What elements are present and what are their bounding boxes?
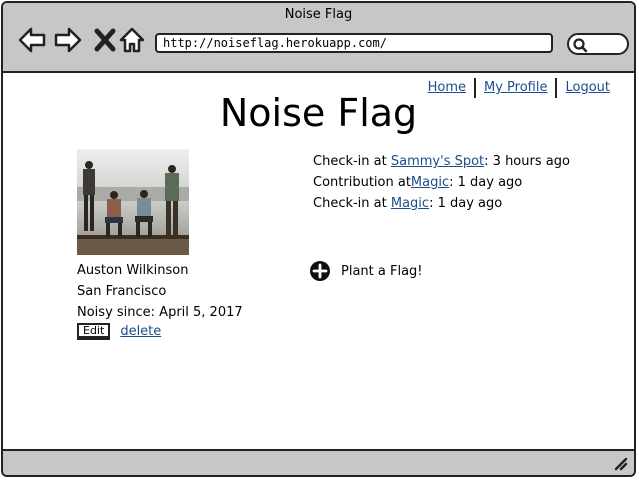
activity-time: : 3 hours ago <box>484 154 570 169</box>
plant-flag-button[interactable]: Plant a Flag! <box>309 260 423 282</box>
browser-toolbar: Noise Flag http://noiseflag.herokuapp.co… <box>3 3 634 73</box>
back-arrow-icon[interactable] <box>17 25 47 55</box>
status-bar <box>3 449 634 475</box>
resize-grip-icon[interactable] <box>614 457 628 471</box>
forward-arrow-icon[interactable] <box>53 25 83 55</box>
activity-item: Check-in at Sammy's Spot: 3 hours ago <box>313 154 570 169</box>
activity-place-link[interactable]: Magic <box>411 175 449 190</box>
plant-flag-label: Plant a Flag! <box>341 263 423 279</box>
delete-link[interactable]: delete <box>120 324 161 339</box>
window-title: Noise Flag <box>284 7 353 22</box>
search-field[interactable] <box>567 33 629 55</box>
activity-item: Check-in at Magic: 1 day ago <box>313 196 502 211</box>
plus-circle-icon <box>310 261 330 281</box>
profile-member-since: Noisy since: April 5, 2017 <box>77 305 243 320</box>
activity-place-link[interactable]: Magic <box>391 196 429 211</box>
search-icon <box>573 38 588 53</box>
page-title: Noise Flag <box>219 91 418 135</box>
browser-window: Noise Flag http://noiseflag.herokuapp.co… <box>1 1 636 477</box>
profile-actions: Edit delete <box>77 323 161 340</box>
profile-name: Auston Wilkinson <box>77 263 189 278</box>
activity-item: Contribution atMagic: 1 day ago <box>313 175 522 190</box>
activity-prefix: Contribution at <box>313 175 411 190</box>
edit-button[interactable]: Edit <box>77 323 111 340</box>
profile-location: San Francisco <box>77 284 167 299</box>
activity-time: : 1 day ago <box>449 175 523 190</box>
profile-photo <box>77 149 189 255</box>
activity-prefix: Check-in at <box>313 154 391 169</box>
url-input[interactable]: http://noiseflag.herokuapp.com/ <box>155 33 553 53</box>
activity-place-link[interactable]: Sammy's Spot <box>391 154 484 169</box>
home-icon[interactable] <box>117 25 147 55</box>
activity-prefix: Check-in at <box>313 196 391 211</box>
activity-time: : 1 day ago <box>429 196 503 211</box>
